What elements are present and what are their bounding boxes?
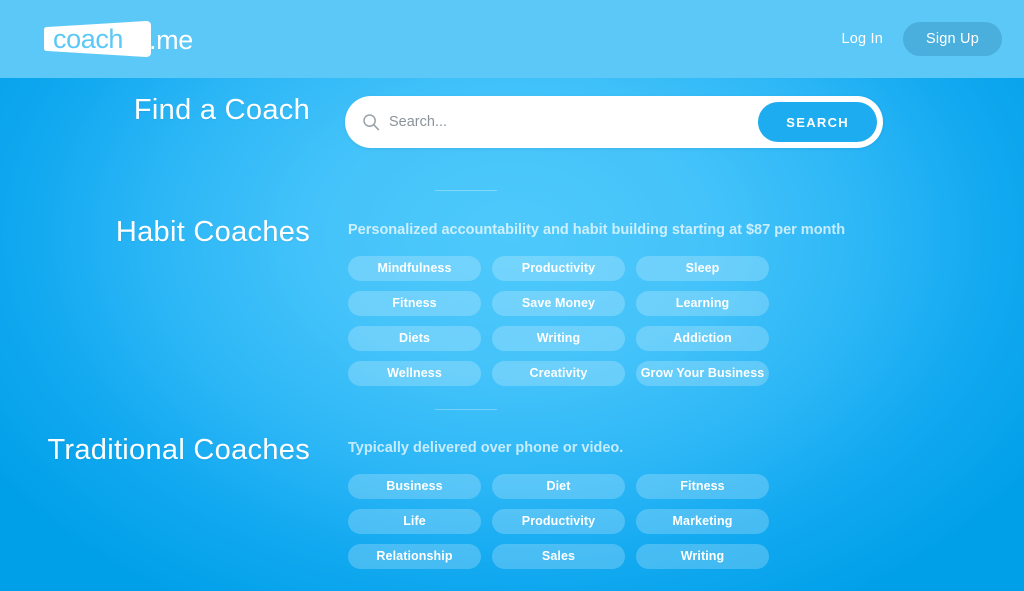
header-actions: Log In Sign Up [837, 22, 1002, 56]
habit-tag[interactable]: Wellness [348, 360, 481, 386]
habit-coaches-row: Habit Coaches Personalized accountabilit… [0, 216, 846, 386]
traditional-coaches-subtitle: Typically delivered over phone or video. [348, 440, 624, 456]
section-divider-2 [435, 409, 497, 410]
page-root: coach .me Log In Sign Up Find a Coach SE… [0, 0, 1024, 591]
traditional-coaches-title: Traditional Coaches [47, 434, 310, 466]
traditional-tag[interactable]: Life [348, 508, 481, 534]
log-in-button[interactable]: Log In [837, 25, 887, 53]
habit-tag[interactable]: Addiction [636, 325, 769, 351]
habit-tag[interactable]: Grow Your Business [636, 360, 769, 386]
find-a-coach-row: Find a Coach SEARCH [0, 96, 883, 148]
habit-coaches-tag-grid: Mindfulness Productivity Sleep Fitness S… [348, 255, 788, 386]
traditional-coaches-body: Typically delivered over phone or video.… [348, 436, 788, 569]
habit-tag[interactable]: Creativity [492, 360, 625, 386]
habit-tag[interactable]: Save Money [492, 290, 625, 316]
traditional-tag[interactable]: Diet [492, 473, 625, 499]
traditional-coaches-tag-grid: Business Diet Fitness Life Productivity … [348, 473, 788, 569]
sign-up-button[interactable]: Sign Up [903, 22, 1002, 56]
logo-mark-icon: coach .me [44, 21, 193, 57]
habit-tag[interactable]: Writing [492, 325, 625, 351]
search-icon [361, 112, 381, 132]
search-bar[interactable]: SEARCH [345, 96, 883, 148]
habit-tag[interactable]: Learning [636, 290, 769, 316]
habit-tag[interactable]: Productivity [492, 255, 625, 281]
traditional-tag[interactable]: Business [348, 473, 481, 499]
habit-tag[interactable]: Fitness [348, 290, 481, 316]
traditional-tag[interactable]: Marketing [636, 508, 769, 534]
habit-coaches-subtitle: Personalized accountability and habit bu… [348, 222, 846, 238]
traditional-tag[interactable]: Sales [492, 543, 625, 569]
find-a-coach-title: Find a Coach [133, 94, 310, 126]
svg-text:.me: .me [149, 25, 193, 55]
habit-tag[interactable]: Sleep [636, 255, 769, 281]
traditional-tag[interactable]: Writing [636, 543, 769, 569]
site-header: coach .me Log In Sign Up [0, 0, 1024, 78]
habit-coaches-body: Personalized accountability and habit bu… [348, 218, 846, 386]
traditional-tag[interactable]: Fitness [636, 473, 769, 499]
habit-tag[interactable]: Diets [348, 325, 481, 351]
svg-text:coach: coach [53, 24, 123, 54]
habit-tag[interactable]: Mindfulness [348, 255, 481, 281]
traditional-tag[interactable]: Relationship [348, 543, 481, 569]
habit-coaches-title: Habit Coaches [115, 216, 310, 248]
traditional-coaches-row: Traditional Coaches Typically delivered … [0, 436, 788, 569]
search-submit-button[interactable]: SEARCH [758, 102, 877, 142]
traditional-tag[interactable]: Productivity [492, 508, 625, 534]
coach-me-logo[interactable]: coach .me [36, 16, 216, 62]
section-divider-1 [435, 190, 497, 191]
